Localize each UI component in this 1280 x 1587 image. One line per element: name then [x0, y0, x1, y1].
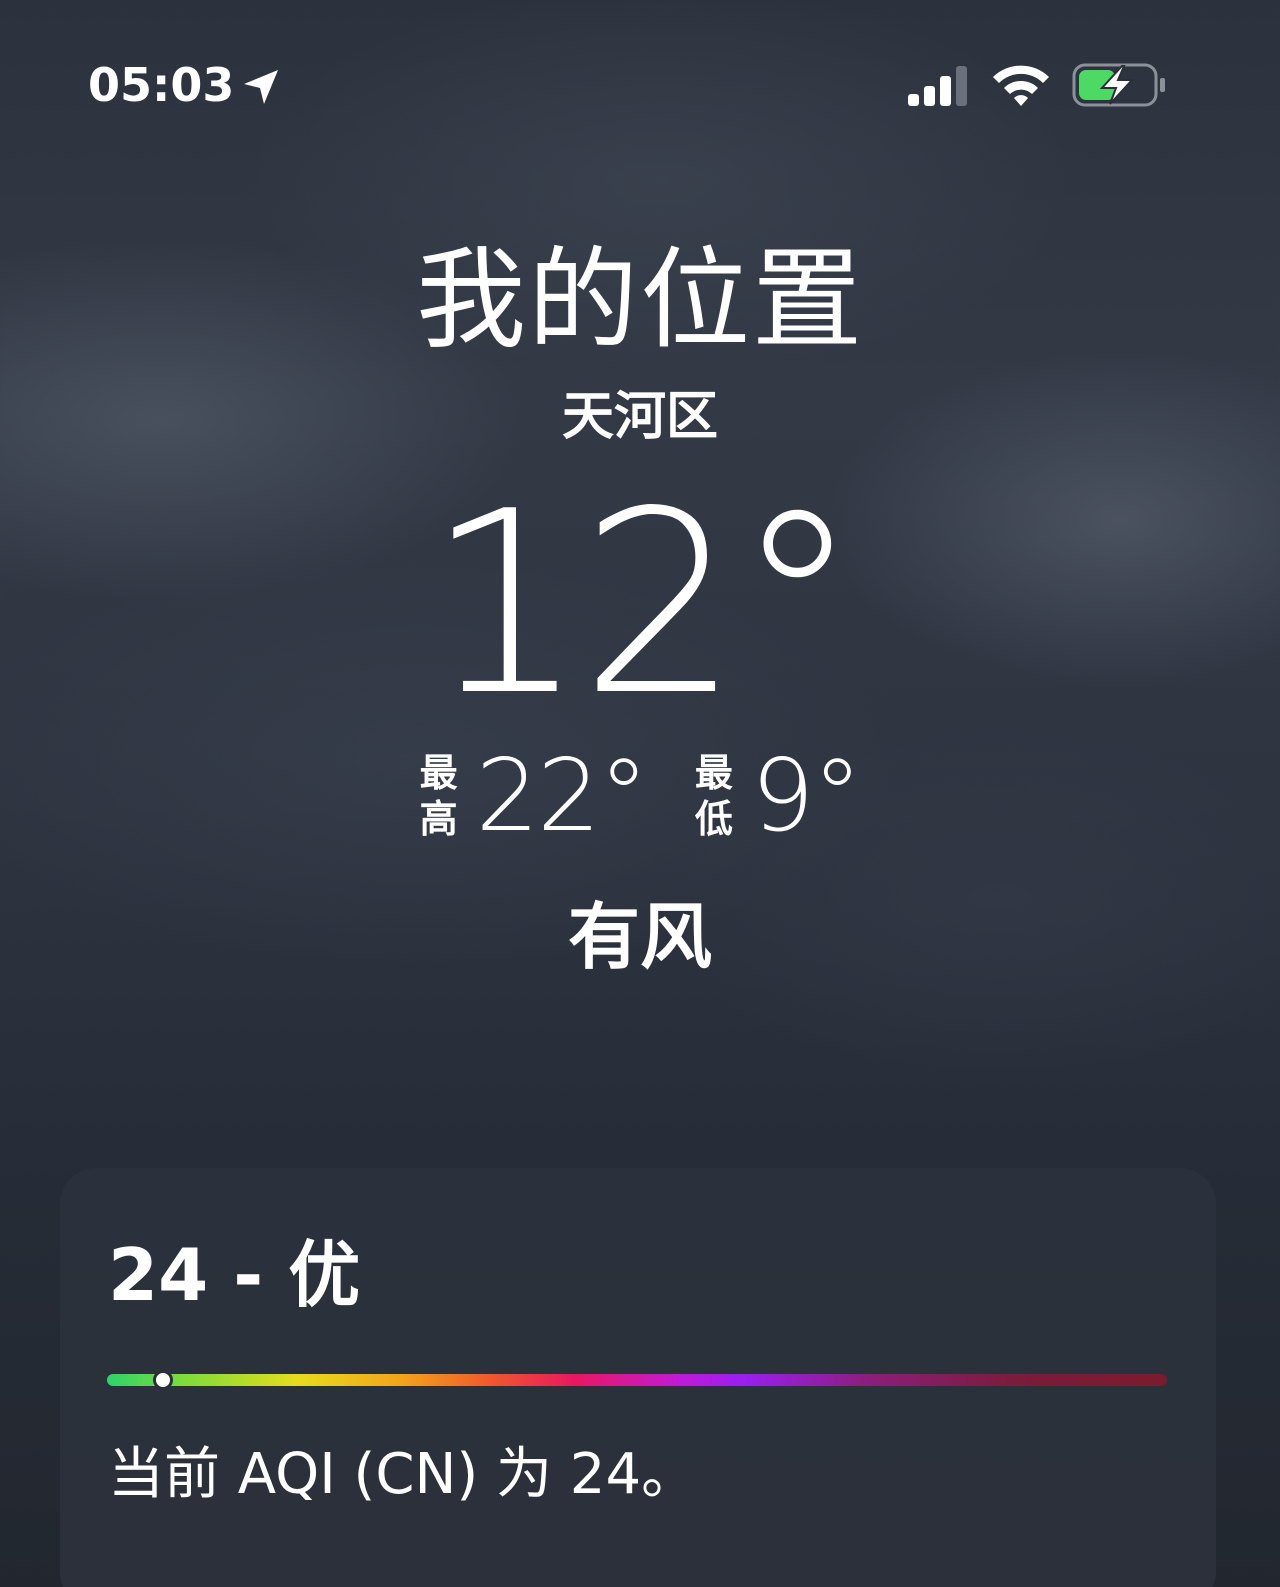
high-label-line-1: 最: [419, 751, 458, 795]
low-temp-group: 最 低 9°: [695, 737, 863, 854]
high-label-line-2: 高: [419, 797, 458, 841]
status-time: 05:03: [88, 58, 235, 112]
weather-condition: 有风: [567, 895, 712, 979]
high-temp-value: 22°: [475, 737, 649, 854]
current-temperature: 12°: [425, 458, 861, 751]
cellular-signal-icon: [908, 66, 967, 106]
location-arrow-icon: [244, 70, 278, 104]
high-label: 最 高: [420, 750, 462, 842]
low-label-line-1: 最: [694, 751, 733, 795]
aqi-scale-bar: [107, 1370, 1167, 1390]
low-label: 最 低: [695, 750, 737, 842]
battery-charging-icon: [1072, 63, 1165, 107]
aqi-headline: 24 - 优: [108, 1233, 361, 1317]
low-label-line-2: 低: [694, 797, 733, 841]
aqi-indicator: [153, 1370, 174, 1390]
status-bar: 05:03: [0, 0, 1280, 170]
low-temp-value: 9°: [750, 737, 863, 854]
aqi-card[interactable]: 24 - 优 当前 AQI (CN) 为 24。: [60, 1168, 1216, 1587]
high-low-row: 最 高 22° 最 低 9°: [0, 740, 1280, 852]
location-header: 我的位置 天河区: [0, 230, 1280, 450]
high-temp-group: 最 高 22°: [420, 737, 649, 854]
aqi-description: 当前 AQI (CN) 为 24。: [108, 1442, 698, 1507]
location-title: 我的位置: [416, 236, 864, 364]
location-subtitle: 天河区: [561, 387, 718, 447]
wifi-icon: [993, 65, 1049, 106]
